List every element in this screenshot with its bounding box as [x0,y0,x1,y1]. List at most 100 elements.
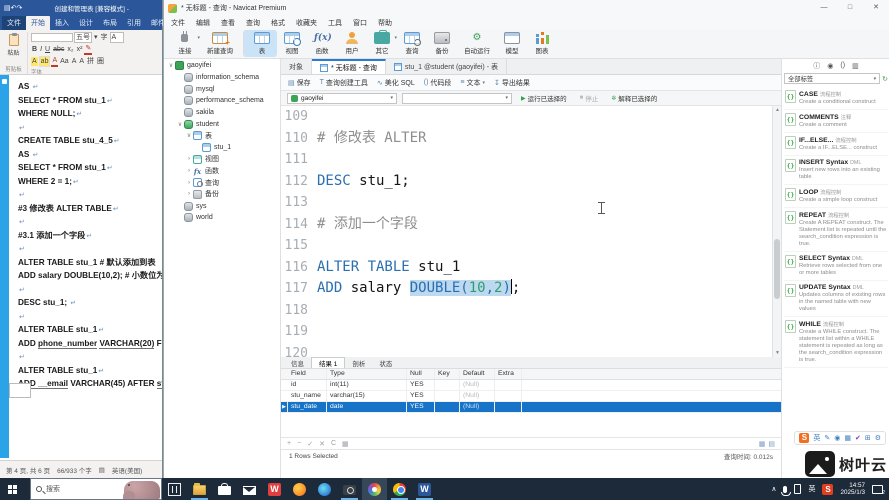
expander-icon[interactable]: ∨ [167,62,175,69]
ribbon-control[interactable]: ▾ [93,33,99,42]
column-header-Field[interactable]: Field [288,369,327,379]
start-button[interactable] [0,478,30,500]
taskbar-chrome[interactable] [387,478,412,500]
ribbon-control[interactable]: 圈 [96,57,105,66]
info-icon[interactable]: ⓘ [813,61,820,71]
ribbon-control[interactable]: A [31,57,38,66]
language-indicator[interactable]: 英语(美国) [112,465,142,475]
tree-item-sys[interactable]: sys [164,200,280,212]
add-record-icon[interactable]: + [287,440,291,448]
taskbar-wps[interactable]: W [262,478,287,500]
snippet-SELECT Syntax[interactable]: {}SELECT SyntaxDMLRetrieve rows selected… [784,252,888,281]
word-tab[interactable]: 插入 [50,16,74,30]
toolbar-other-button[interactable]: 其它▾ [367,30,397,57]
snippet-icon[interactable]: () [840,62,845,69]
tree-item-student[interactable]: ∨student [164,118,280,130]
menu-查看[interactable]: 查看 [221,18,235,28]
tree-item-performance_schema[interactable]: performance_schema [164,95,280,107]
ribbon-control[interactable]: A [110,32,124,43]
toolbar-query-button[interactable]: 查询 [397,30,427,57]
column-header-Default[interactable]: Default [460,369,495,379]
ribbon-control[interactable]: ab [39,56,51,67]
tree-item-gaoyifei[interactable]: ∨gaoyifei [164,60,280,72]
delete-record-icon[interactable]: − [297,440,301,448]
scroll-down-icon[interactable]: ▼ [774,350,781,356]
snippet-LOOP[interactable]: {}LOOP流程控制Create a simple loop construct [784,185,888,208]
taskbar-word[interactable]: W [412,478,437,500]
settings-icon[interactable]: ⚙ [875,434,881,442]
discard-changes-icon[interactable]: ✕ [319,440,325,448]
database-select[interactable]: ▾ [402,93,512,104]
paste-icon[interactable] [9,34,19,46]
menu-窗口[interactable]: 窗口 [353,18,367,28]
tree-item-备份[interactable]: ›备份 [164,189,280,201]
tab-对象[interactable]: 对象 [281,59,312,74]
expander-icon[interactable]: › [185,168,193,174]
ime-en-icon[interactable]: 英 [813,433,820,443]
result-tab-结果 1[interactable]: 结果 1 [311,357,345,368]
hidden-icons-chevron[interactable]: ∧ [771,485,776,493]
tree-item-information_schema[interactable]: information_schema [164,72,280,84]
word-tab[interactable]: 文件 [2,16,26,30]
toolbar-backup-button[interactable]: 备份 [427,30,457,57]
toolbar-user-button[interactable]: 用户 [337,30,367,57]
apply-changes-icon[interactable]: ✓ [307,440,313,448]
taskbar-firefox[interactable] [287,478,312,500]
toolbar-auto-button[interactable]: ⚙自动运行 [457,30,497,57]
ribbon-control[interactable]: I [39,45,43,54]
tree-item-函数[interactable]: ›fx函数 [164,165,280,177]
menu-查询[interactable]: 查询 [246,18,260,28]
snippet-INSERT Syntax[interactable]: {}INSERT SyntaxDMLInsert new rows into a… [784,156,888,185]
tree-item-mysql[interactable]: mysql [164,83,280,95]
notification-icon[interactable]: 2 [872,485,883,494]
grid-icon[interactable]: ⊞ [865,434,871,442]
taskbar-camera[interactable] [337,478,362,500]
snippet-COMMENTS[interactable]: {}COMMENTS注释Create a comment [784,110,888,133]
sogou-logo-icon[interactable]: S [799,433,809,443]
toolbar-table-button[interactable]: 表 [243,30,277,57]
tree-item-world[interactable]: world [164,212,280,224]
paste-button[interactable]: 粘贴 [7,48,19,57]
ribbon-control[interactable]: Aa [59,57,70,66]
expander-icon[interactable]: ∨ [185,132,193,139]
ime-indicator[interactable]: 英 [808,484,815,494]
snippet-CASE[interactable]: {}CASE流程控制Create a conditional construct [784,87,888,110]
sql-editor[interactable]: 109110# 修改表 ALTER111112DESC stu_1;113114… [281,106,781,357]
ribbon-control[interactable]: 五号 [74,32,92,43]
menu-编辑[interactable]: 编辑 [196,18,210,28]
ribbon-control[interactable]: A [78,57,85,66]
table-row[interactable]: stu_namevarchar(15)YES(Null) [281,391,781,402]
word-tab[interactable]: 设计 [74,16,98,30]
ribbon-control[interactable]: B [31,45,38,54]
dot-icon[interactable]: ◉ [827,62,833,70]
snippet-REPEAT[interactable]: {}REPEAT流程控制Create A REPEAT construct. T… [784,208,888,252]
grid-view-icon[interactable]: ▦ [759,440,766,448]
tag-filter-select[interactable]: 全部标签 ▾ [784,73,880,84]
qtool-代码段[interactable]: ()代码段 [424,78,452,88]
form-view-icon[interactable]: ▤ [768,440,775,448]
expander-icon[interactable]: ∨ [176,121,184,128]
column-header-Key[interactable]: Key [435,369,460,379]
connection-tree[interactable]: ∨gaoyifeiinformation_schemamysqlperforma… [164,59,281,478]
refresh-icon[interactable]: C [331,440,336,448]
expander-icon[interactable]: › [185,156,193,162]
proofing-icon[interactable]: ▤ [99,466,105,474]
expander-icon[interactable]: › [185,191,193,197]
column-header-Type[interactable]: Type [327,369,407,379]
close-button[interactable]: ✕ [863,0,889,16]
stop-button[interactable]: ■ 停止 [576,93,603,103]
toolbar-newq-button[interactable]: 新建查询 [200,30,240,57]
snippet-IF...ELSE...[interactable]: {}IF...ELSE...流程控制Create a IF...ELSE... … [784,133,888,156]
result-tab-状态[interactable]: 状态 [372,357,399,368]
tab-stu_1 @student (gaoyifei) - 表[interactable]: stu_1 @student (gaoyifei) - 表 [386,59,507,74]
ribbon-control[interactable] [31,33,73,42]
menu-工具[interactable]: 工具 [328,18,342,28]
ribbon-control[interactable]: U [44,45,51,54]
editor-scrollbar[interactable]: ▲ ▼ [772,106,781,357]
ribbon-control[interactable]: x₂ [66,45,74,54]
keyboard-icon[interactable]: ▦ [844,434,851,442]
check-icon[interactable]: ✔ [855,434,861,442]
toolbar-view-button[interactable]: 视图 [277,30,307,57]
qtool-保存[interactable]: ▤保存 [288,78,311,88]
expander-icon[interactable]: › [185,180,193,186]
